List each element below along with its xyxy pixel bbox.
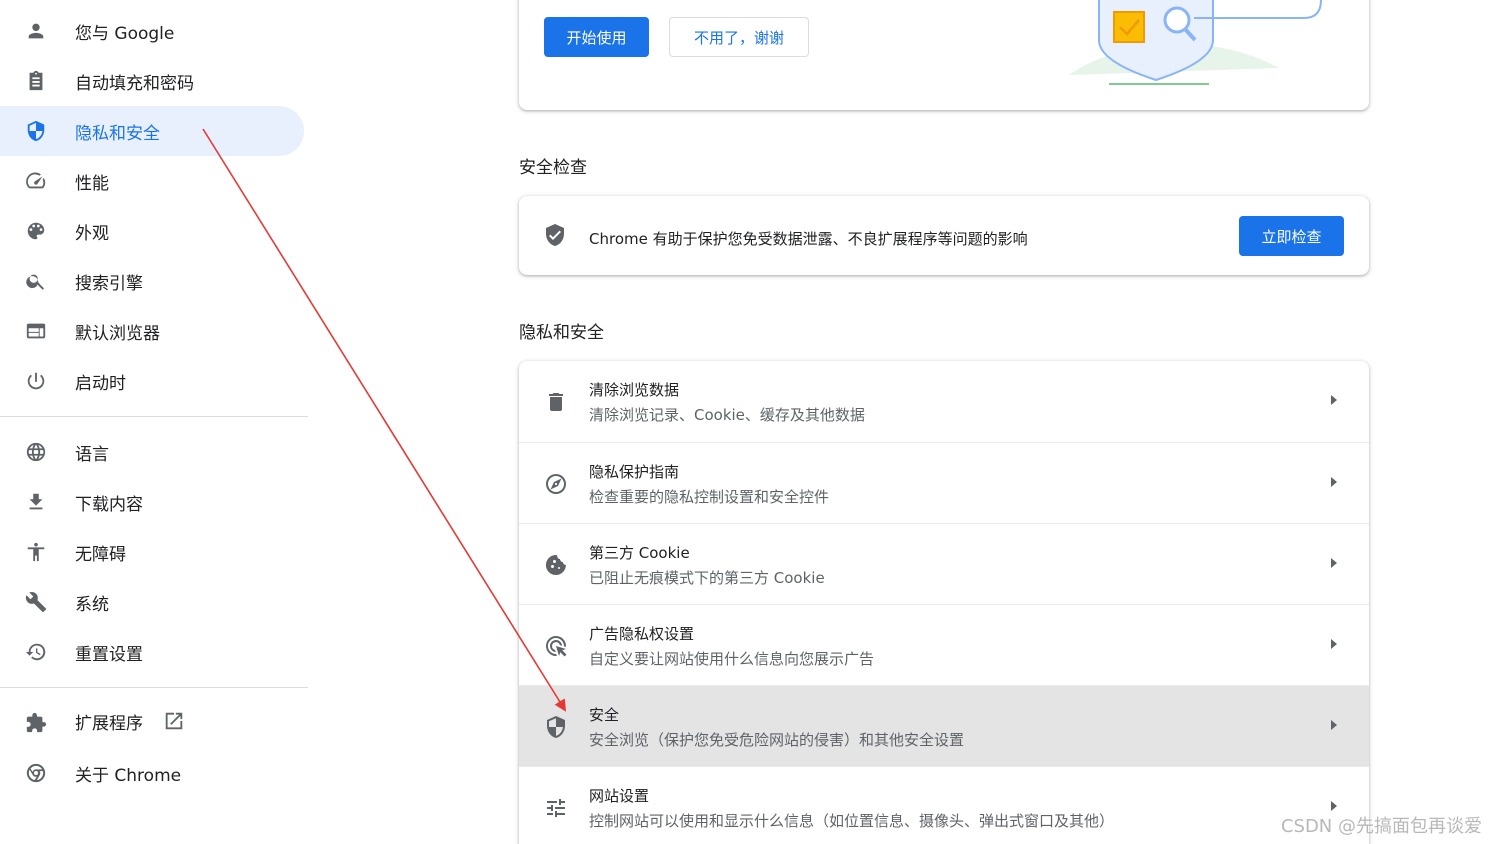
- row-subtitle: 清除浏览记录、Cookie、缓存及其他数据: [589, 406, 865, 424]
- chevron-right-icon: [1331, 558, 1337, 568]
- row-title: 隐私保护指南: [589, 463, 680, 481]
- power-icon: [24, 369, 48, 393]
- open-in-new-icon: [163, 710, 185, 737]
- sidebar-item-label: 默认浏览器: [75, 323, 160, 344]
- row-subtitle: 检查重要的隐私控制设置和安全控件: [589, 488, 830, 506]
- safety-check-description: Chrome 有助于保护您免受数据泄露、不良扩展程序等问题的影响: [589, 230, 1028, 248]
- row-subtitle: 自定义要让网站使用什么信息向您展示广告: [589, 650, 875, 668]
- sidebar-item-system[interactable]: 系统: [0, 577, 304, 627]
- watermark: CSDN @先搞面包再谈爱: [1280, 816, 1482, 837]
- sidebar-item-label: 搜索引擎: [75, 273, 143, 294]
- sidebar-item-performance[interactable]: 性能: [0, 156, 304, 206]
- sidebar-item-label: 扩展程序: [75, 709, 185, 738]
- sidebar-item-appearance[interactable]: 外观: [0, 206, 304, 256]
- row-subtitle: 已阻止无痕模式下的第三方 Cookie: [589, 569, 825, 587]
- row-title: 广告隐私权设置: [589, 625, 695, 643]
- shield-check-icon: [543, 223, 569, 249]
- sidebar-item-downloads[interactable]: 下载内容: [0, 477, 304, 527]
- wrench-icon: [24, 590, 48, 614]
- sidebar-item-privacy-security[interactable]: 隐私和安全: [0, 106, 304, 156]
- globe-icon: [24, 440, 48, 464]
- privacy-settings-card: 清除浏览数据 清除浏览记录、Cookie、缓存及其他数据 隐私保护指南 检查重要…: [519, 361, 1369, 844]
- decline-button[interactable]: 不用了，谢谢: [669, 17, 809, 57]
- chrome-icon: [24, 761, 48, 785]
- sidebar-item-label: 关于 Chrome: [75, 765, 182, 786]
- row-title: 网站设置: [589, 787, 650, 805]
- sidebar-item-on-startup[interactable]: 启动时: [0, 356, 304, 406]
- row-title: 清除浏览数据: [589, 381, 680, 399]
- chevron-right-icon: [1331, 477, 1337, 487]
- sidebar-item-extensions[interactable]: 扩展程序: [0, 698, 304, 748]
- sidebar-item-label: 性能: [75, 173, 109, 194]
- sidebar-item-label: 下载内容: [75, 494, 143, 515]
- row-title: 安全: [589, 706, 620, 724]
- check-now-button[interactable]: 立即检查: [1239, 216, 1344, 256]
- security-row[interactable]: 安全 安全浏览（保护您免受危险网站的侵害）和其他安全设置: [519, 685, 1369, 766]
- sidebar-item-languages[interactable]: 语言: [0, 427, 304, 477]
- sidebar-divider: [0, 687, 308, 688]
- sidebar-item-label: 隐私和安全: [75, 123, 160, 144]
- accessibility-icon: [24, 540, 48, 564]
- sidebar-item-search-engine[interactable]: 搜索引擎: [0, 256, 304, 306]
- tune-icon: [543, 795, 569, 821]
- person-icon: [24, 19, 48, 43]
- row-subtitle: 安全浏览（保护您免受危险网站的侵害）和其他安全设置: [589, 731, 965, 749]
- cookie-icon: [543, 552, 569, 578]
- sidebar-item-about-chrome[interactable]: 关于 Chrome: [0, 748, 304, 798]
- ads-click-icon: [543, 633, 569, 659]
- sidebar-item-you-and-google[interactable]: 您与 Google: [0, 6, 304, 56]
- sidebar-divider: [0, 416, 308, 417]
- shield-icon: [24, 119, 48, 143]
- clipboard-icon: [24, 69, 48, 93]
- third-party-cookies-row[interactable]: 第三方 Cookie 已阻止无痕模式下的第三方 Cookie: [519, 523, 1369, 604]
- sidebar-item-label: 重置设置: [75, 644, 143, 665]
- trash-icon: [543, 389, 569, 415]
- sidebar-item-reset-settings[interactable]: 重置设置: [0, 627, 304, 677]
- puzzle-icon: [24, 711, 48, 735]
- compass-icon: [543, 471, 569, 497]
- ad-privacy-row[interactable]: 广告隐私权设置 自定义要让网站使用什么信息向您展示广告: [519, 604, 1369, 685]
- sidebar-item-default-browser[interactable]: 默认浏览器: [0, 306, 304, 356]
- start-button[interactable]: 开始使用: [544, 17, 649, 57]
- speedometer-icon: [24, 169, 48, 193]
- safety-check-section-title: 安全检查: [519, 158, 587, 178]
- chevron-right-icon: [1331, 639, 1337, 649]
- chevron-right-icon: [1331, 801, 1337, 811]
- sidebar-item-label: 外观: [75, 223, 109, 244]
- privacy-section-title: 隐私和安全: [519, 323, 604, 343]
- search-icon: [24, 269, 48, 293]
- sidebar-item-label: 启动时: [75, 373, 126, 394]
- sidebar-item-accessibility[interactable]: 无障碍: [0, 527, 304, 577]
- clear-browsing-data-row[interactable]: 清除浏览数据 清除浏览记录、Cookie、缓存及其他数据: [519, 361, 1369, 442]
- sidebar-item-label: 系统: [75, 594, 109, 615]
- safety-check-card: Chrome 有助于保护您免受数据泄露、不良扩展程序等问题的影响 立即检查: [519, 196, 1369, 275]
- site-settings-row[interactable]: 网站设置 控制网站可以使用和显示什么信息（如位置信息、摄像头、弹出式窗口及其他）: [519, 766, 1369, 844]
- extensions-label: 扩展程序: [75, 713, 143, 734]
- download-icon: [24, 490, 48, 514]
- row-title: 第三方 Cookie: [589, 544, 690, 562]
- chevron-right-icon: [1331, 395, 1337, 405]
- sidebar-item-autofill[interactable]: 自动填充和密码: [0, 56, 304, 106]
- history-icon: [24, 640, 48, 664]
- browser-icon: [24, 319, 48, 343]
- privacy-guide-promo-card: 开始使用 不用了，谢谢: [519, 0, 1369, 110]
- sidebar-item-label: 自动填充和密码: [75, 73, 194, 94]
- privacy-guide-row[interactable]: 隐私保护指南 检查重要的隐私控制设置和安全控件: [519, 442, 1369, 523]
- row-subtitle: 控制网站可以使用和显示什么信息（如位置信息、摄像头、弹出式窗口及其他）: [589, 812, 1115, 830]
- palette-icon: [24, 219, 48, 243]
- sidebar-item-label: 您与 Google: [75, 23, 175, 44]
- sidebar-item-label: 无障碍: [75, 544, 126, 565]
- privacy-illustration-icon: [1069, 0, 1322, 85]
- chevron-right-icon: [1331, 720, 1337, 730]
- settings-sidebar: 您与 Google 自动填充和密码 隐私和安全 性能 外观 搜索引擎 默认浏览器…: [0, 0, 310, 844]
- shield-half-icon: [543, 714, 569, 740]
- sidebar-item-label: 语言: [75, 444, 109, 465]
